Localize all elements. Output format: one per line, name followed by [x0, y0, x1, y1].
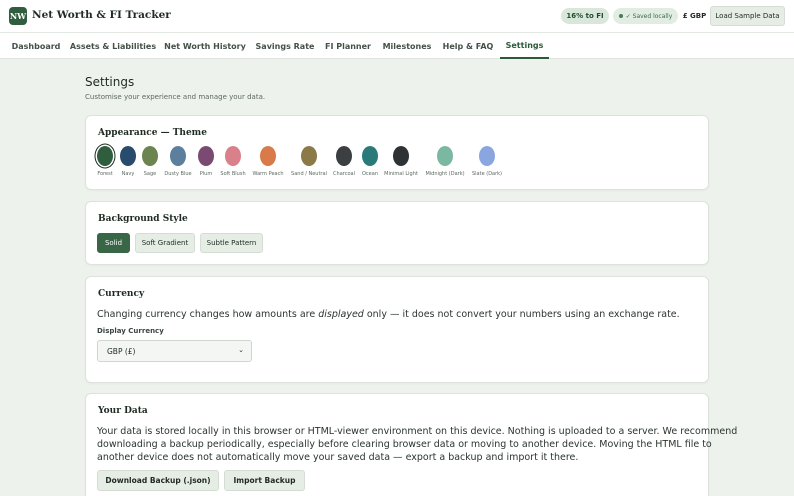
tab-help-faq[interactable]: Help & FAQ [440, 33, 496, 59]
import-backup-button[interactable]: Import Backup [224, 470, 305, 491]
currency-card: Currency [85, 276, 709, 383]
chevron-down-icon: ⌄ [238, 346, 244, 354]
currency-description-prefix: Changing currency changes how amounts ar… [97, 309, 319, 320]
currency-badge: £ GBP [682, 12, 707, 20]
load-sample-data-button[interactable]: Load Sample Data [710, 6, 785, 26]
theme-swatch-navy[interactable] [120, 146, 136, 166]
theme-swatch-plum[interactable] [198, 146, 214, 166]
theme-swatch-label: Warm Peach [252, 171, 284, 177]
theme-swatch-label: Sage [143, 171, 157, 177]
download-backup-button[interactable]: Download Backup (.json) [97, 470, 219, 491]
theme-swatch-label: Soft Blush [220, 171, 246, 177]
theme-swatch-label: Minimal Light [384, 171, 418, 177]
status-dot-icon [618, 14, 623, 18]
theme-swatch-label: Plum [199, 171, 213, 177]
theme-swatch-midnight-dark[interactable] [437, 146, 453, 166]
page-title: Settings [85, 75, 135, 89]
display-currency-value: GBP (£) [107, 346, 136, 356]
theme-swatch-label: Midnight (Dark) [425, 171, 465, 177]
theme-swatch-sage[interactable] [142, 146, 158, 166]
theme-swatch-charcoal[interactable] [336, 146, 352, 166]
your-data-title: Your Data [98, 406, 148, 416]
saved-status-badge: ✓ Saved locally [613, 8, 678, 24]
fi-progress-badge: 16% to FI [561, 8, 609, 24]
theme-swatch-ocean[interactable] [362, 146, 378, 166]
app-logo: NW [9, 7, 27, 25]
theme-swatch-label: Ocean [362, 171, 378, 177]
currency-description-emphasis: displayed [318, 309, 364, 320]
currency-description-suffix: only — it does not convert your numbers … [363, 309, 680, 320]
background-solid-button[interactable]: Solid [97, 233, 130, 253]
background-subtle-pattern-button[interactable]: Subtle Pattern [200, 233, 263, 253]
theme-swatch-label: Forest [97, 171, 113, 177]
theme-swatch-slate-dark[interactable] [479, 146, 495, 166]
tab-net-worth-history[interactable]: Net Worth History [162, 33, 248, 59]
display-currency-select[interactable]: GBP (£) ⌄ [97, 340, 252, 362]
your-data-line-2: downloading a backup periodically, espec… [97, 439, 712, 450]
theme-swatch-label: Dusty Blue [164, 171, 192, 177]
display-currency-label: Display Currency [97, 327, 164, 335]
tab-settings[interactable]: Settings [500, 33, 549, 59]
tab-savings-rate[interactable]: Savings Rate [252, 33, 318, 59]
tab-dashboard[interactable]: Dashboard [8, 33, 64, 59]
tab-fi-planner[interactable]: FI Planner [322, 33, 374, 59]
theme-swatch-label: Navy [121, 171, 135, 177]
theme-swatch-warm-peach[interactable] [260, 146, 276, 166]
currency-description: Changing currency changes how amounts ar… [97, 308, 680, 321]
top-bar: NW Net Worth & FI Tracker 16% to FI ✓ Sa… [0, 0, 794, 33]
theme-card-title: Appearance — Theme [98, 128, 207, 138]
theme-swatch-minimal-light[interactable] [393, 146, 409, 166]
theme-swatch-label: Sand / Neutral [291, 171, 327, 177]
theme-swatch-label: Slate (Dark) [471, 171, 503, 177]
theme-swatch-soft-blush[interactable] [225, 146, 241, 166]
background-style-title: Background Style [98, 214, 188, 224]
app-title: Net Worth & FI Tracker [32, 9, 171, 21]
theme-swatch-sand-neutral[interactable] [301, 146, 317, 166]
your-data-line-1: Your data is stored locally in this brow… [97, 426, 738, 437]
tab-milestones[interactable]: Milestones [380, 33, 434, 59]
main-nav: Dashboard Assets & Liabilities Net Worth… [0, 33, 794, 59]
theme-swatch-dusty-blue[interactable] [170, 146, 186, 166]
page-subtitle: Customise your experience and manage you… [85, 93, 266, 101]
tab-assets-liabilities[interactable]: Assets & Liabilities [68, 33, 158, 59]
background-soft-gradient-button[interactable]: Soft Gradient [135, 233, 195, 253]
currency-title: Currency [98, 289, 145, 299]
theme-swatch-label: Charcoal [333, 171, 355, 177]
saved-status-text: ✓ Saved locally [625, 12, 673, 20]
theme-swatch-forest[interactable] [97, 146, 113, 166]
your-data-line-3: another device does not automatically mo… [97, 452, 579, 463]
